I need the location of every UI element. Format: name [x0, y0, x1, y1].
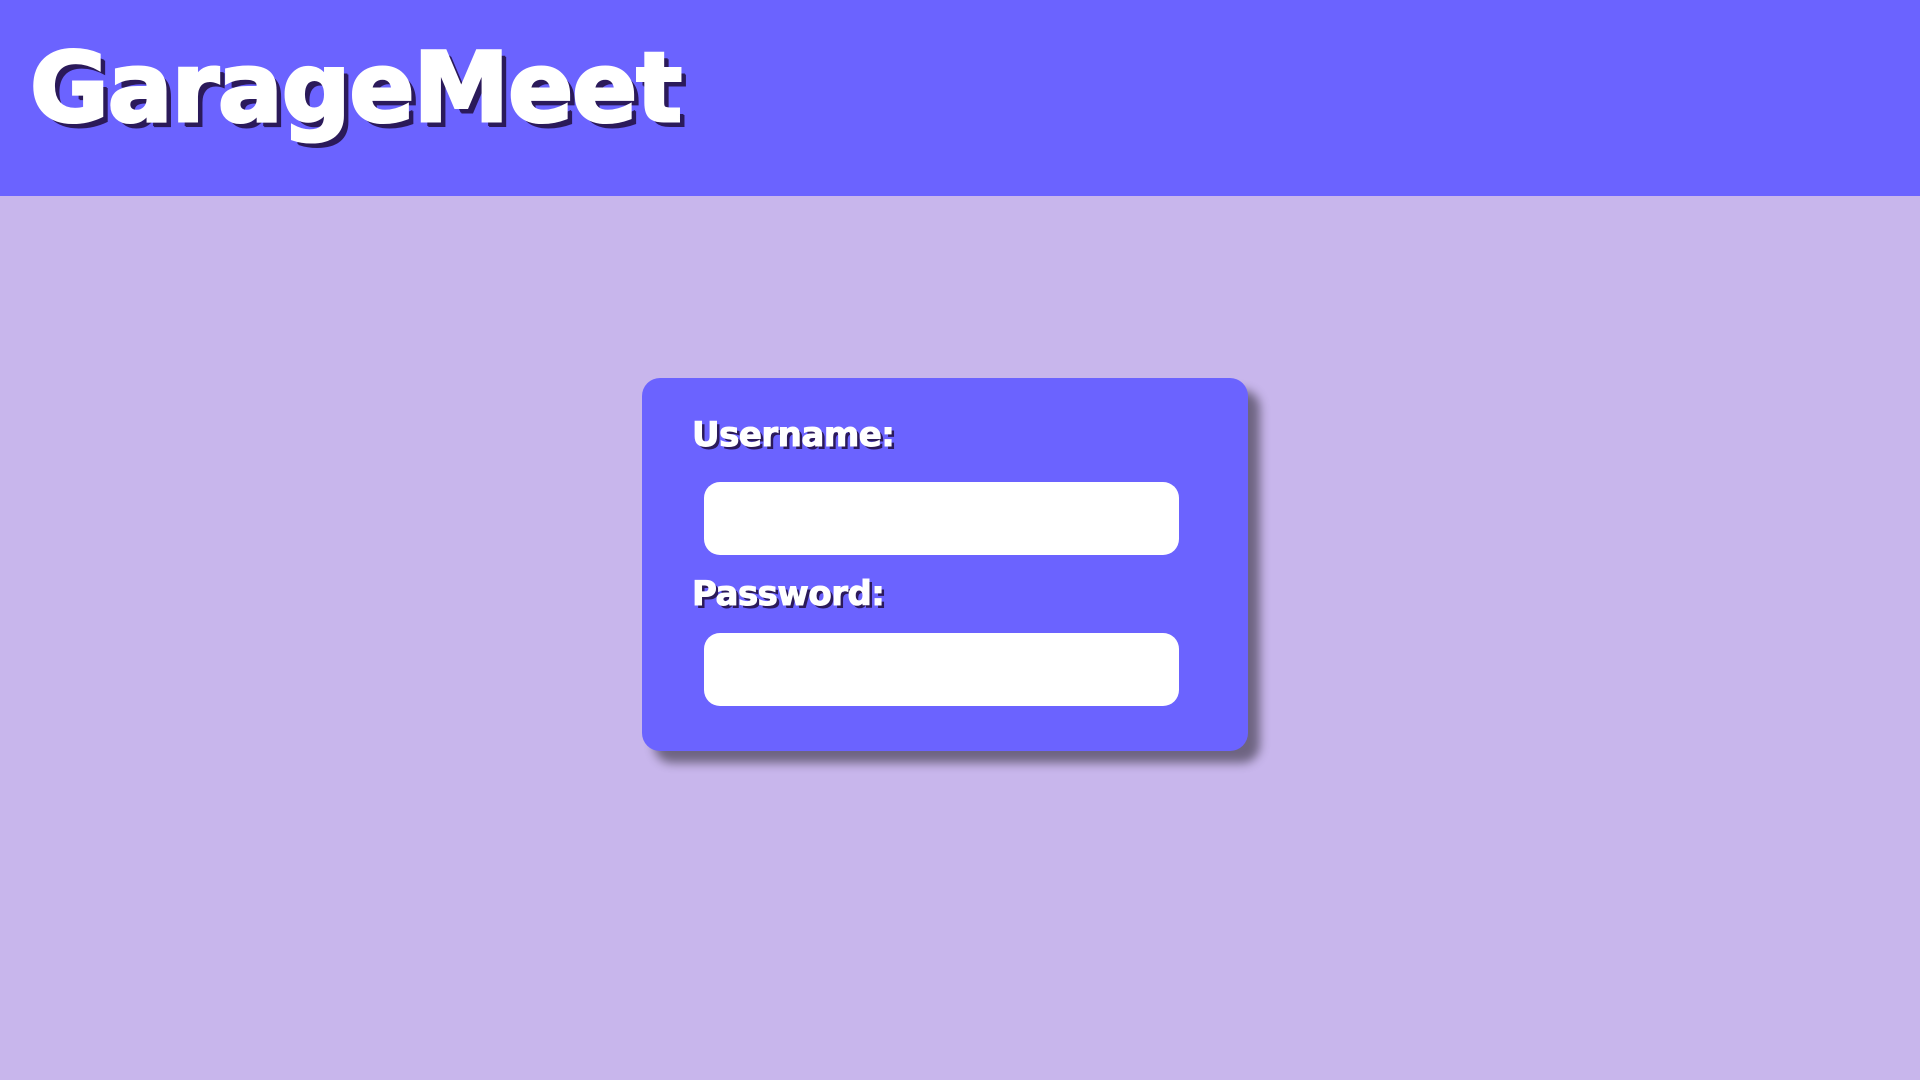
password-label: Password:	[691, 574, 885, 614]
main-content: Username: Password:	[0, 196, 1920, 1080]
username-label: Username:	[691, 415, 895, 455]
username-field[interactable]	[704, 482, 1179, 555]
app-logo: GarageMeet	[28, 32, 683, 144]
password-field[interactable]	[704, 633, 1179, 706]
app-header: GarageMeet	[0, 0, 1920, 196]
login-card: Username: Password:	[642, 378, 1248, 751]
